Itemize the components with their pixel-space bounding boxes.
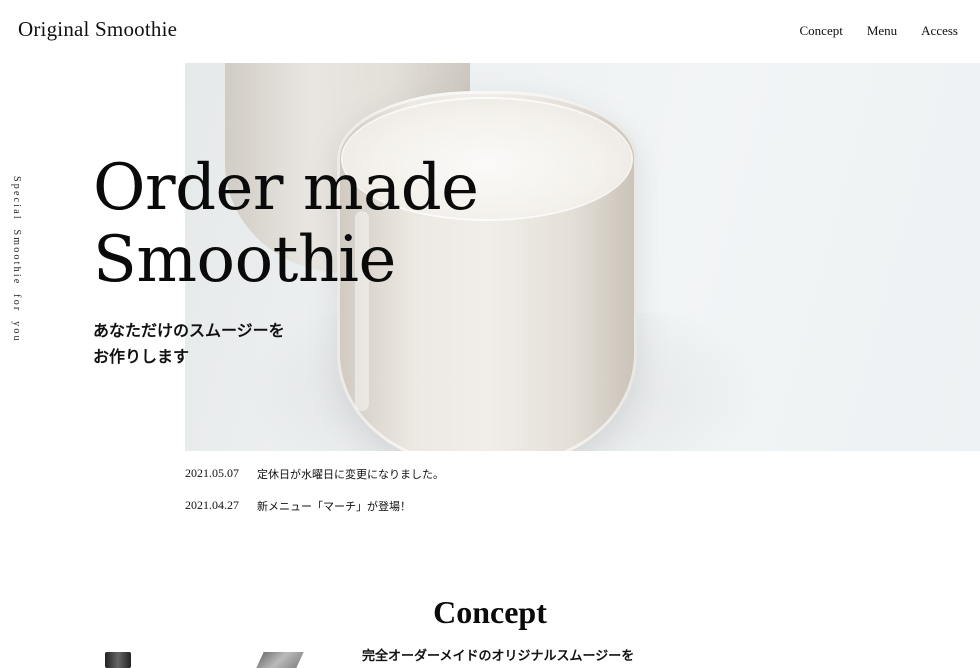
hero-headline: Order made Smoothie	[93, 152, 479, 296]
nav-item-access[interactable]: Access	[921, 23, 958, 39]
nav-item-menu[interactable]: Menu	[867, 23, 897, 39]
hero-headline-line1: Order made	[93, 151, 479, 225]
nav-item-concept[interactable]: Concept	[800, 23, 843, 39]
news-date: 2021.05.07	[185, 466, 239, 480]
hero-subhead-line2: お作りします	[93, 347, 190, 366]
news-item[interactable]: 2021.05.07 定休日が水曜日に変更になりました。	[185, 466, 685, 498]
concept-lead: 完全オーダーメイドのオリジナルスムージーを	[362, 649, 635, 664]
concept-image	[100, 652, 320, 668]
news-title[interactable]: 定休日が水曜日に変更になりました。	[257, 466, 444, 482]
news-item[interactable]: 2021.04.27 新メニュー「マーチ」が登場！	[185, 498, 685, 530]
hero-subhead: あなただけのスムージーを お作りします	[93, 318, 285, 370]
site-logo[interactable]: Original Smoothie	[18, 17, 177, 42]
main-nav: Concept Menu Access	[800, 23, 959, 39]
hero-subhead-line1: あなただけのスムージーを	[93, 321, 285, 340]
concept-image-part	[256, 652, 304, 668]
hero-headline-line2: Smoothie	[93, 223, 396, 297]
news-title[interactable]: 新メニュー「マーチ」が登場！	[257, 498, 411, 514]
news-list: 2021.05.07 定休日が水曜日に変更になりました。 2021.04.27 …	[185, 466, 685, 530]
concept-image-part	[105, 652, 131, 668]
vertical-tagline: Special Smoothie for you	[11, 176, 22, 343]
page: Original Smoothie Concept Menu Access Sp…	[0, 0, 980, 668]
concept-heading: Concept	[433, 594, 547, 630]
news-date: 2021.04.27	[185, 498, 239, 512]
